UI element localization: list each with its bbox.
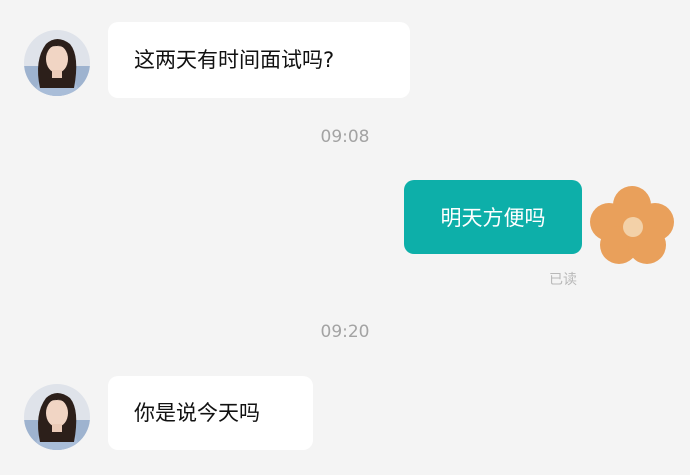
timestamp: 09:08 <box>320 127 370 147</box>
message-text: 这两天有时间面试吗? <box>134 47 335 72</box>
message-text: 你是说今天吗 <box>134 400 260 425</box>
timestamp: 09:20 <box>320 322 370 342</box>
outgoing-message-bubble[interactable]: 明天方便吗 <box>404 180 582 254</box>
woman-portrait-avatar-icon <box>24 30 90 96</box>
incoming-message-bubble[interactable]: 这两天有时间面试吗? <box>108 22 410 98</box>
contact-avatar[interactable] <box>24 384 90 450</box>
woman-portrait-avatar-icon <box>24 384 90 450</box>
orange-flower-avatar-icon <box>590 186 674 264</box>
incoming-message-bubble[interactable]: 你是说今天吗 <box>108 376 313 450</box>
read-status: 已读 <box>549 272 577 288</box>
contact-avatar[interactable] <box>24 30 90 96</box>
message-text: 明天方便吗 <box>440 206 546 230</box>
my-avatar[interactable] <box>586 185 678 267</box>
